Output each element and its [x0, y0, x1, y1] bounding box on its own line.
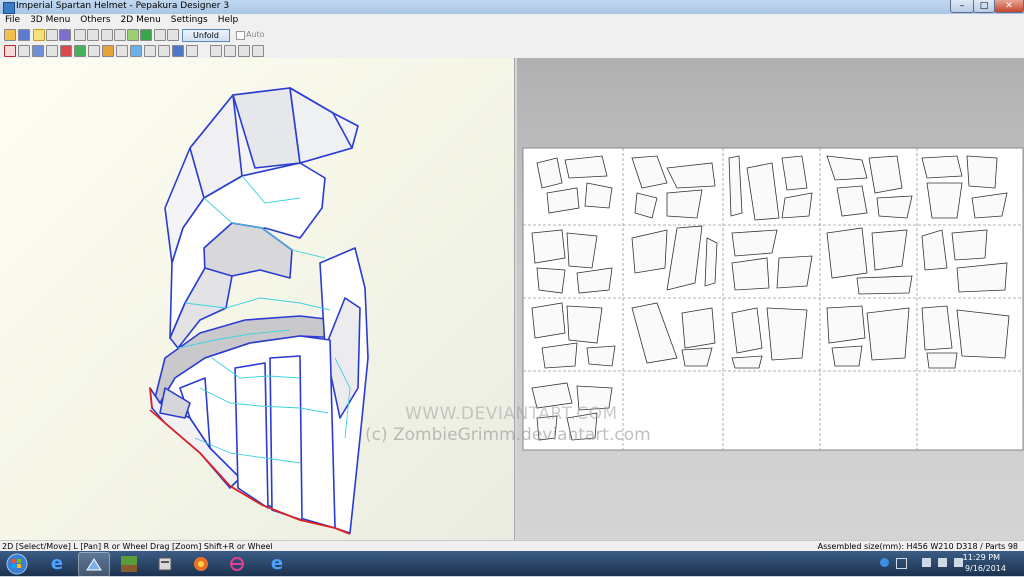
save-icon[interactable]	[18, 29, 30, 41]
pepakura-icon[interactable]	[78, 552, 110, 577]
menu-file[interactable]: File	[0, 14, 25, 27]
maximize-button[interactable]: □	[973, 0, 995, 13]
auto-checkbox[interactable]	[236, 31, 245, 40]
rotate-part-icon[interactable]	[144, 45, 156, 57]
open-icon[interactable]	[4, 29, 16, 41]
texture-icon[interactable]	[140, 29, 152, 41]
ie-icon[interactable]: e	[42, 552, 72, 575]
clock-time[interactable]: 11:29 PM	[963, 553, 1000, 562]
network-icon[interactable]	[222, 552, 252, 575]
2d-view[interactable]	[517, 58, 1024, 540]
image-icon[interactable]	[116, 45, 128, 57]
frame-icon[interactable]	[154, 29, 166, 41]
join-icon[interactable]	[18, 45, 30, 57]
watermark-url: WWW.DEVIANTART.COM	[405, 404, 618, 424]
watermark-copyright: (c) ZombieGrimm.deviantart.com	[365, 425, 651, 445]
flip-icon[interactable]	[158, 45, 170, 57]
window-icon[interactable]	[167, 29, 179, 41]
help-icon[interactable]	[880, 558, 889, 567]
flag-icon[interactable]	[922, 558, 931, 567]
title-bar[interactable]: Imperial Spartan Helmet - Pepakura Desig…	[0, 0, 1024, 15]
tray-arrow-icon[interactable]	[896, 558, 907, 569]
fit-icon[interactable]	[224, 45, 236, 57]
edit-toolbar	[0, 43, 1024, 59]
redo-icon[interactable]	[87, 29, 99, 41]
taskbar: e e 11:29 PM 9/16/2014	[0, 551, 1024, 577]
zoom-icon[interactable]	[210, 45, 222, 57]
edge-icon[interactable]	[60, 45, 72, 57]
cube-icon[interactable]	[59, 29, 71, 41]
pattern-sheets	[522, 147, 1024, 451]
grid-icon[interactable]	[186, 45, 198, 57]
start-orb-icon[interactable]	[2, 552, 32, 575]
app-icon	[3, 2, 15, 14]
text-icon[interactable]	[88, 45, 100, 57]
helmet-mesh	[149, 87, 369, 535]
close-button[interactable]: ✕	[994, 0, 1024, 13]
rotate-icon[interactable]	[46, 29, 58, 41]
ie-icon[interactable]: e	[262, 552, 292, 575]
split-icon[interactable]	[32, 45, 44, 57]
menu-bar: File 3D Menu Others 2D Menu Settings Hel…	[0, 14, 1024, 27]
layout-icon[interactable]	[127, 29, 139, 41]
menu-help[interactable]: Help	[213, 14, 244, 27]
pencil-icon[interactable]	[101, 29, 113, 41]
fold-icon[interactable]	[114, 29, 126, 41]
undo-icon[interactable]	[74, 29, 86, 41]
clock-date[interactable]: 9/16/2014	[965, 564, 1006, 573]
color-icon[interactable]	[74, 45, 86, 57]
paint-icon[interactable]	[102, 45, 114, 57]
flap-icon[interactable]	[46, 45, 58, 57]
minecraft-icon[interactable]	[114, 552, 144, 575]
select-icon[interactable]	[4, 45, 16, 57]
menu-others[interactable]: Others	[75, 14, 115, 27]
page-icon[interactable]	[238, 45, 250, 57]
display-icon[interactable]	[938, 558, 947, 567]
paint-icon[interactable]	[186, 552, 216, 575]
window-title: Imperial Spartan Helmet - Pepakura Desig…	[16, 1, 230, 11]
print-icon[interactable]	[252, 45, 264, 57]
unfold-undo-button[interactable]: Unfold Undo	[182, 29, 230, 51]
volume-icon[interactable]	[954, 558, 963, 567]
server-icon[interactable]	[150, 552, 180, 575]
menu-3d[interactable]: 3D Menu	[25, 14, 75, 27]
auto-label: Auto	[246, 30, 265, 39]
minimize-button[interactable]: –	[950, 0, 974, 13]
move-icon[interactable]	[130, 45, 142, 57]
cursor-icon[interactable]	[33, 29, 45, 41]
align-icon[interactable]	[172, 45, 184, 57]
menu-settings[interactable]: Settings	[166, 14, 213, 27]
3d-view[interactable]	[0, 58, 514, 540]
menu-2d[interactable]: 2D Menu	[116, 14, 166, 27]
main-toolbar: Unfold Undo Auto	[0, 27, 1024, 51]
